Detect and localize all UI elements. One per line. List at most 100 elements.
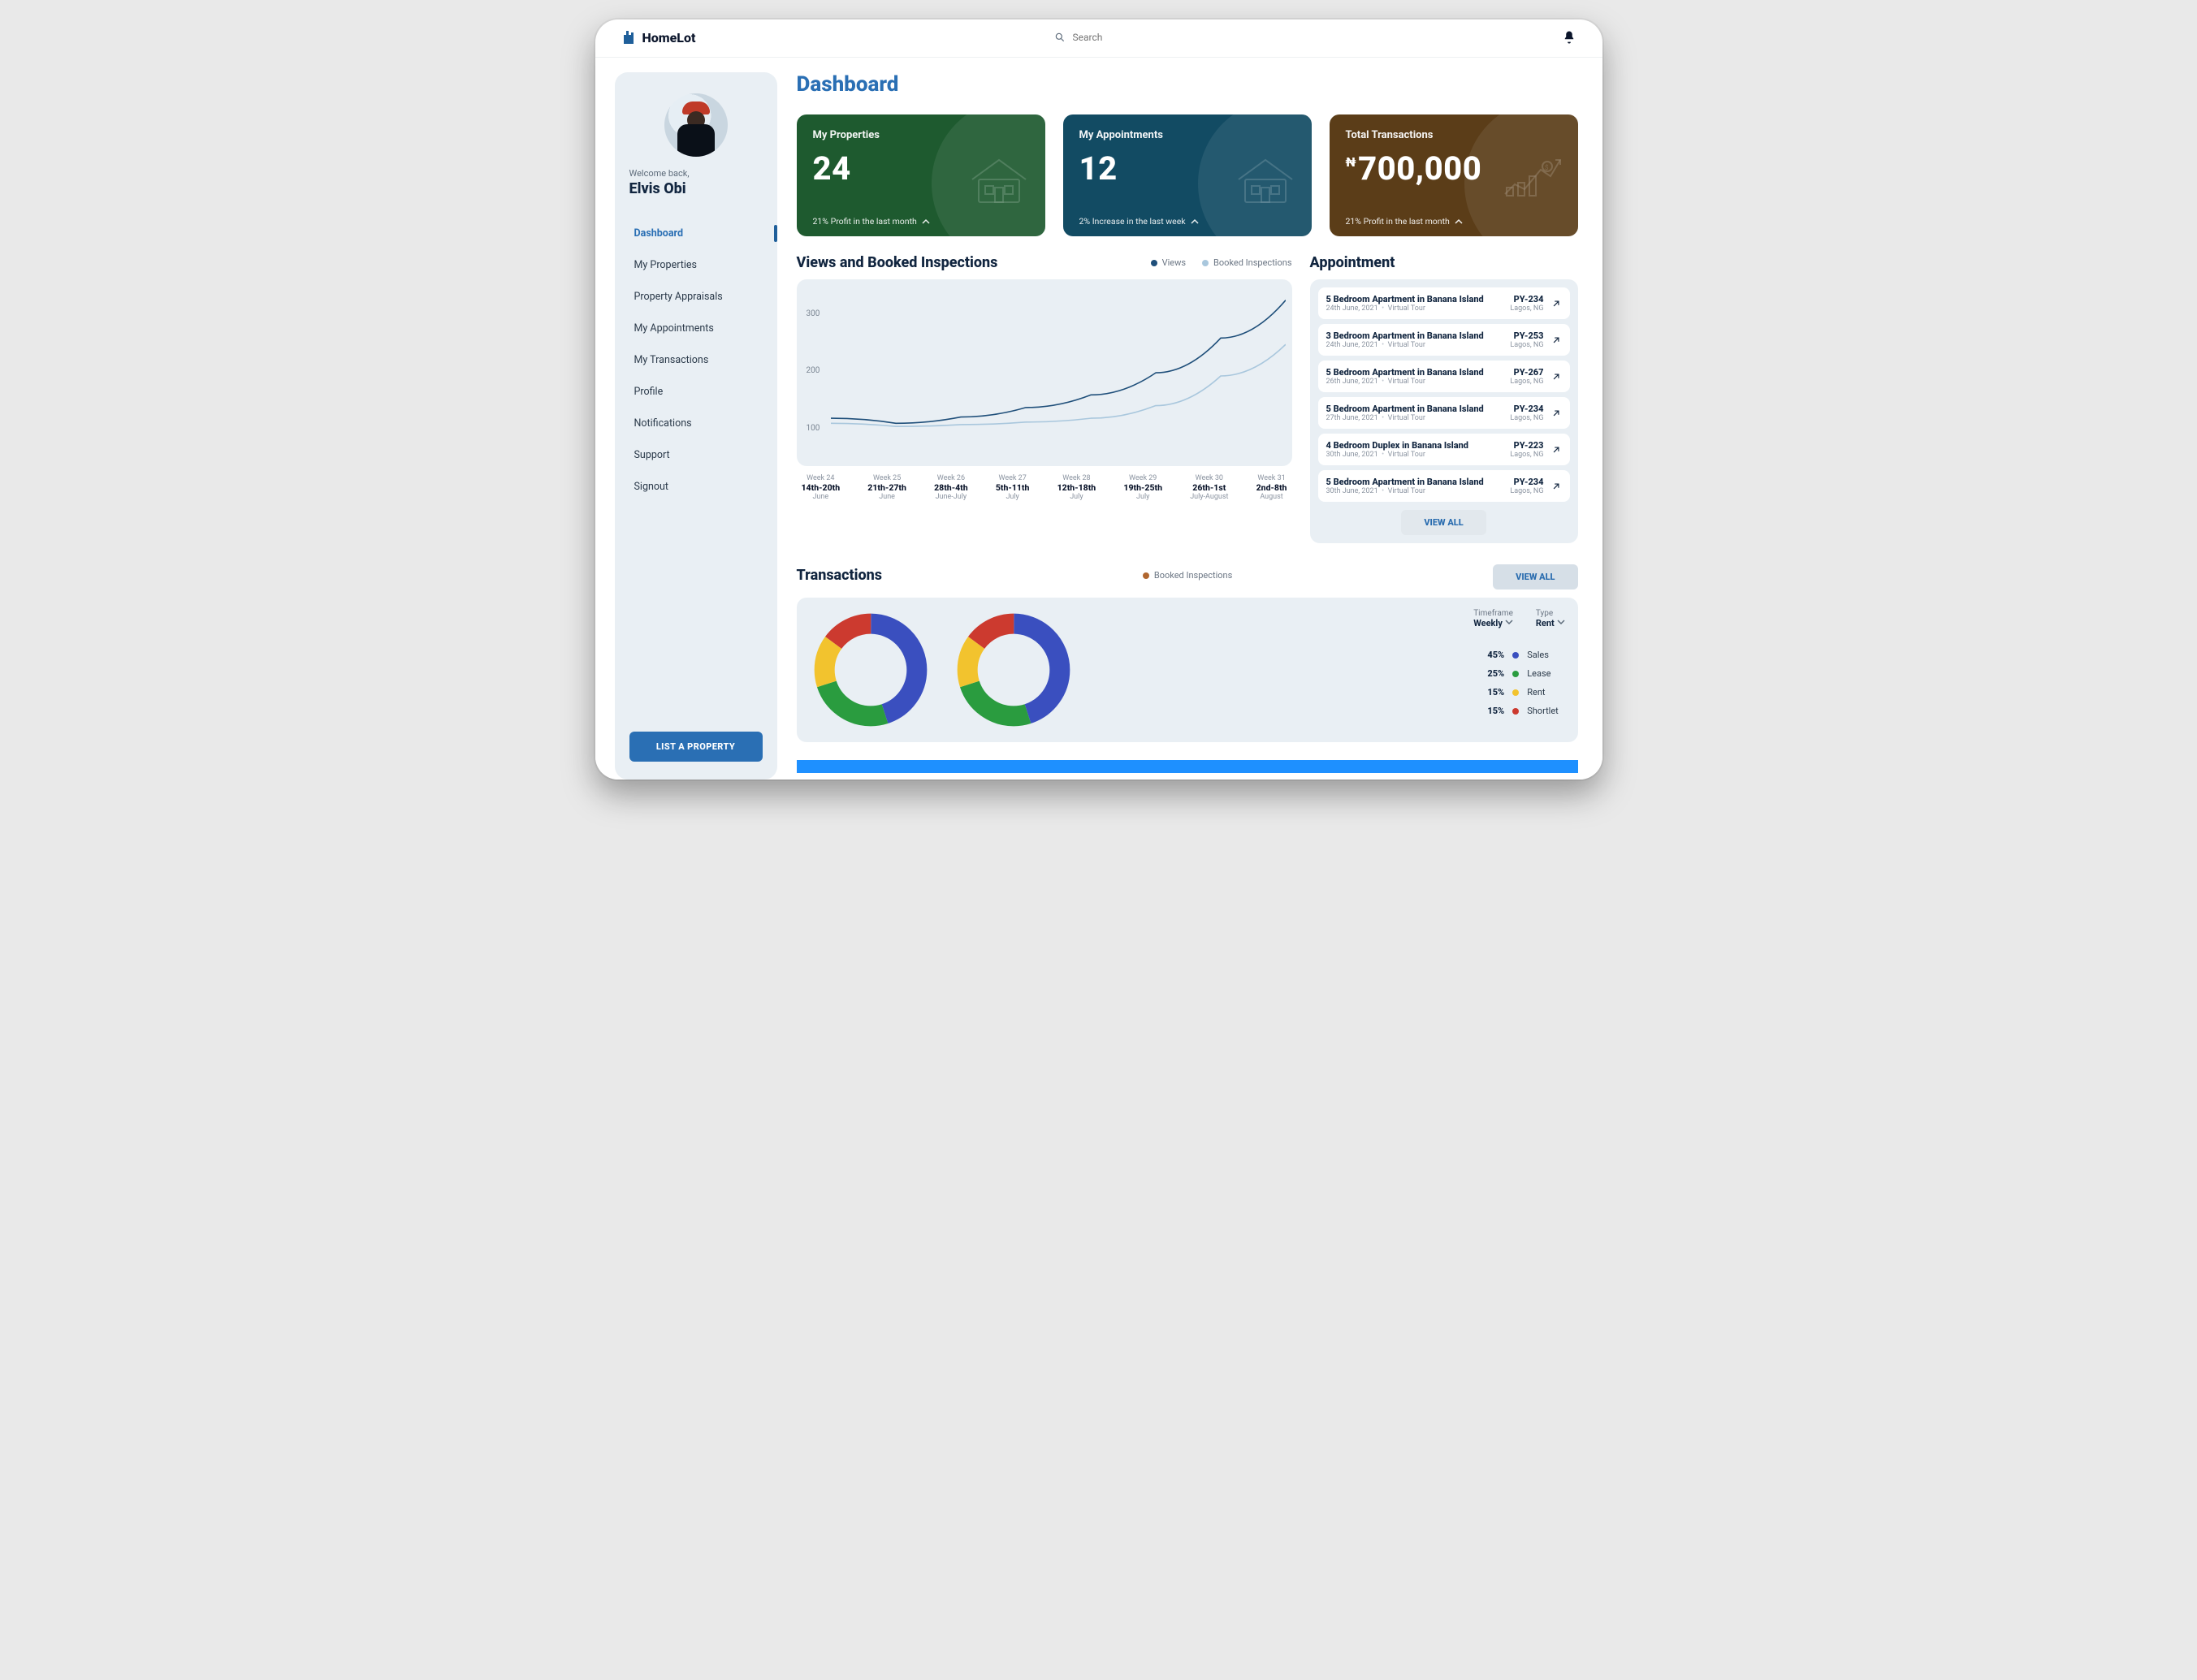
- sidebar-item-dashboard[interactable]: Dashboard: [629, 220, 763, 247]
- sidebar-item-signout[interactable]: Signout: [629, 473, 763, 500]
- appointment-name: 5 Bedroom Apartment in Banana Island: [1326, 404, 1504, 414]
- appointment-code: PY-234: [1510, 294, 1543, 304]
- growth-icon: $: [1500, 152, 1563, 202]
- brand-logo-icon: [621, 29, 636, 45]
- appointment-code: PY-223: [1510, 440, 1543, 451]
- transactions-title: Transactions: [797, 567, 883, 584]
- chevron-up-icon: [1455, 218, 1463, 226]
- appointment-meta: 30th June, 2021Virtual Tour: [1326, 487, 1504, 495]
- tx-legend-row: 15%Rent: [1473, 687, 1564, 697]
- appointment-list: 5 Bedroom Apartment in Banana Island 24t…: [1310, 279, 1578, 543]
- search-box[interactable]: [1054, 32, 1202, 43]
- sidebar-item-notifications[interactable]: Notifications: [629, 410, 763, 437]
- arrow-up-right-icon: [1550, 298, 1562, 309]
- arrow-up-right-icon: [1550, 371, 1562, 382]
- appointment-code: PY-253: [1510, 330, 1543, 341]
- stat-label: My Appointments: [1079, 129, 1295, 141]
- avatar[interactable]: [664, 93, 728, 157]
- chart-x-axis: Week 2414th-20thJune Week 2521th-27thJune…: [797, 474, 1292, 501]
- timeframe-select[interactable]: Timeframe Weekly: [1473, 609, 1513, 628]
- appointment-row[interactable]: 3 Bedroom Apartment in Banana Island 24t…: [1318, 324, 1570, 356]
- page-title: Dashboard: [797, 72, 1578, 97]
- user-name: Elvis Obi: [629, 180, 763, 197]
- x-tick: Week 2628th-4thJune-July: [934, 474, 968, 501]
- appointment-name: 4 Bedroom Duplex in Banana Island: [1326, 440, 1504, 451]
- transactions-body: Timeframe Weekly Type Rent 45%Sales 25%Le…: [797, 598, 1578, 742]
- stat-card-my-properties[interactable]: My Properties 24 21% Profit in the last …: [797, 114, 1045, 236]
- welcome-label: Welcome back,: [629, 168, 763, 179]
- transactions-section: Transactions Booked Inspections VIEW ALL: [797, 561, 1578, 742]
- appointment-row[interactable]: 5 Bedroom Apartment in Banana Island 30t…: [1318, 470, 1570, 502]
- series-line: [831, 300, 1286, 424]
- x-tick: Week 2521th-27thJune: [867, 474, 906, 501]
- sidebar-item-support[interactable]: Support: [629, 442, 763, 469]
- app-frame: HomeLot Welcome back, Elvis Obi Dashboar…: [595, 19, 1602, 780]
- stat-delta: 2% Increase in the last week: [1079, 216, 1295, 227]
- stat-delta: 21% Profit in the last month: [813, 216, 1029, 227]
- sidebar-item-profile[interactable]: Profile: [629, 378, 763, 405]
- stat-card-total-transactions[interactable]: $ Total Transactions ₦700,000 21% Profit…: [1330, 114, 1578, 236]
- transactions-legend: 45%Sales25%Lease15%Rent15%Shortlet: [1473, 650, 1564, 716]
- sidebar-nav: Dashboard My Properties Property Appraisal…: [629, 220, 763, 500]
- appointment-code: PY-234: [1510, 404, 1543, 414]
- stat-card-my-appointments[interactable]: My Appointments 12 2% Increase in the la…: [1063, 114, 1312, 236]
- appointment-row[interactable]: 4 Bedroom Duplex in Banana Island 30th J…: [1318, 434, 1570, 465]
- tx-legend-row: 45%Sales: [1473, 650, 1564, 660]
- legend-booked-inspections: Booked Inspections: [1143, 570, 1232, 581]
- chart-legend: Views Booked Inspections: [1151, 257, 1292, 268]
- appointment-row[interactable]: 5 Bedroom Apartment in Banana Island 24t…: [1318, 287, 1570, 319]
- list-property-button[interactable]: LIST A PROPERTY: [629, 732, 763, 762]
- appointment-location: Lagos, NG: [1510, 414, 1543, 422]
- x-tick: Week 2812th-18thJuly: [1057, 474, 1096, 501]
- brand-name: HomeLot: [642, 30, 696, 45]
- appointment-meta: 30th June, 2021Virtual Tour: [1326, 451, 1504, 459]
- search-input[interactable]: [1072, 32, 1202, 43]
- appointment-location: Lagos, NG: [1510, 451, 1543, 459]
- views-chart-section: Views and Booked Inspections Views Booke…: [797, 254, 1292, 501]
- chevron-up-icon: [922, 218, 930, 226]
- appointment-panel: Appointment 5 Bedroom Apartment in Banan…: [1310, 254, 1578, 543]
- type-select[interactable]: Type Rent: [1536, 609, 1565, 628]
- appointment-meta: 24th June, 2021Virtual Tour: [1326, 341, 1504, 349]
- tx-legend-row: 25%Lease: [1473, 668, 1564, 679]
- appointments-view-all-button[interactable]: VIEW ALL: [1401, 510, 1486, 535]
- stat-label: My Properties: [813, 129, 1029, 141]
- x-tick: Week 312nd-8thAugust: [1256, 474, 1287, 501]
- appointment-name: 5 Bedroom Apartment in Banana Island: [1326, 477, 1504, 487]
- x-tick: Week 2919th-25thJuly: [1123, 474, 1162, 501]
- x-tick: Week 2414th-20thJune: [802, 474, 841, 501]
- series-line: [831, 344, 1286, 426]
- brand[interactable]: HomeLot: [621, 29, 696, 45]
- chart-surface: 100200300: [797, 279, 1292, 466]
- y-tick: 300: [807, 309, 820, 318]
- appointment-code: PY-234: [1510, 477, 1543, 487]
- appointment-meta: 24th June, 2021Virtual Tour: [1326, 304, 1504, 313]
- donut-chart-2: [953, 609, 1075, 731]
- sidebar-item-my-properties[interactable]: My Properties: [629, 252, 763, 279]
- appointment-location: Lagos, NG: [1510, 378, 1543, 386]
- appointment-row[interactable]: 5 Bedroom Apartment in Banana Island 27t…: [1318, 397, 1570, 429]
- transactions-view-all-button[interactable]: VIEW ALL: [1493, 564, 1577, 590]
- chart-title: Views and Booked Inspections: [797, 254, 998, 271]
- svg-text:$: $: [1545, 164, 1549, 171]
- sidebar-item-my-appointments[interactable]: My Appointments: [629, 315, 763, 342]
- bell-icon[interactable]: [1562, 30, 1576, 45]
- sidebar: Welcome back, Elvis Obi Dashboard My Prop…: [615, 72, 777, 780]
- chevron-up-icon: [1191, 218, 1199, 226]
- house-icon: [1234, 152, 1297, 210]
- stat-label: Total Transactions: [1346, 129, 1562, 141]
- appointment-name: 3 Bedroom Apartment in Banana Island: [1326, 330, 1504, 341]
- sidebar-item-property-appraisals[interactable]: Property Appraisals: [629, 283, 763, 310]
- sidebar-item-my-transactions[interactable]: My Transactions: [629, 347, 763, 374]
- chevron-down-icon: [1505, 618, 1513, 626]
- x-tick: Week 275th-11thJuly: [996, 474, 1030, 501]
- main: Dashboard My Properties 24 21% Profit in…: [797, 72, 1583, 780]
- appointment-name: 5 Bedroom Apartment in Banana Island: [1326, 294, 1504, 304]
- house-icon: [967, 152, 1031, 210]
- topbar: HomeLot: [595, 29, 1602, 58]
- appointment-meta: 27th June, 2021Virtual Tour: [1326, 414, 1504, 422]
- y-tick: 200: [807, 366, 820, 375]
- legend-views: Views: [1151, 257, 1186, 268]
- appointment-row[interactable]: 5 Bedroom Apartment in Banana Island 26t…: [1318, 361, 1570, 392]
- chevron-down-icon: [1557, 618, 1565, 626]
